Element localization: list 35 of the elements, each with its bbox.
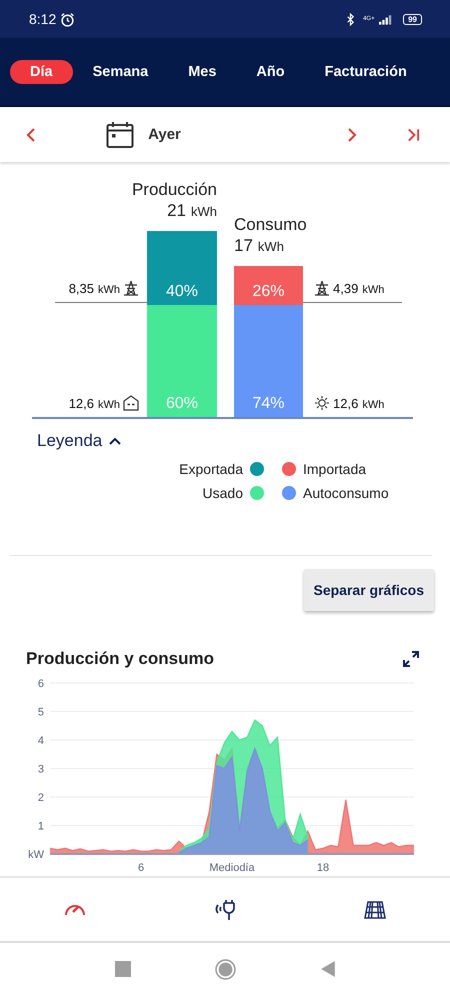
y-tick-label: 6 [38,678,44,690]
energy-unit: kWh [98,284,120,296]
percent-label: 74% [252,395,285,414]
legend-label: Usado [202,485,243,502]
legend-label: Importada [303,461,366,478]
energy-value: 12,6 [333,396,358,412]
y-tick-label: 1 [38,820,44,833]
y-tick-label: 3 [38,764,44,776]
y-tick-label: kW [28,849,44,862]
percent-label: 40% [166,283,198,301]
total-unit: kWh [191,204,217,219]
chart-title: Producción y consumo [26,649,214,670]
energy-value: 4,39 [333,281,358,296]
x-tick-label: 6 [138,862,144,874]
energy-unit: kWh [362,284,384,296]
bar-title: Producción [130,178,217,200]
x-tick-label: Mediodía [209,862,255,874]
y-tick-label: 2 [38,792,44,804]
clock-time: 8:12 [29,11,56,27]
legend-label: Exportada [179,461,243,478]
energy-value: 12,6 [68,396,94,412]
bar-title: Consumo [234,214,308,235]
y-tick-label: 4 [38,735,44,748]
battery-level: 99 [403,14,422,24]
energy-unit: kWh [362,399,384,412]
percent-label: 60% [166,395,198,414]
x-tick-label: 18 [316,862,330,874]
y-tick-label: 5 [38,706,44,719]
legend-label: Autoconsumo [303,485,389,502]
total-value: 21 [167,200,186,220]
percent-label: 26% [252,283,285,301]
total-unit: kWh [258,238,284,254]
energy-value: 8,35 [68,281,94,296]
total-value: 17 [234,236,253,255]
energy-unit: kWh [98,399,120,412]
